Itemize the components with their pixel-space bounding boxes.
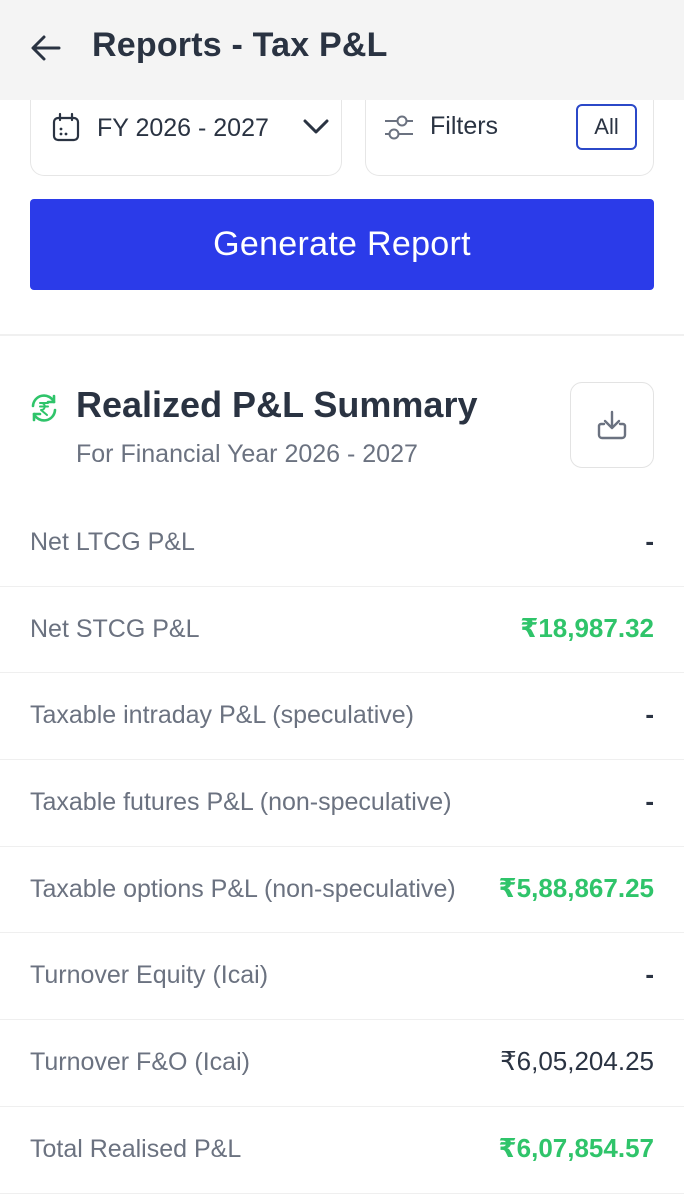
row-value: - <box>645 786 654 817</box>
row-label: Turnover Equity (Icai) <box>30 961 269 990</box>
row-label: Taxable options P&L (non-speculative) <box>30 874 456 903</box>
summary-title: Realized P&L Summary <box>76 384 478 425</box>
back-button[interactable] <box>26 28 66 68</box>
row-value: - <box>645 699 654 730</box>
row-label: Taxable intraday P&L (speculative) <box>30 701 414 730</box>
row-value: ₹6,05,204.25 <box>500 1046 654 1077</box>
pnl-summary-list: Net LTCG P&L - Net STCG P&L ₹18,987.32 T… <box>0 500 684 1194</box>
row-label: Total Realised P&L <box>30 1134 242 1163</box>
row-label: Turnover F&O (Icai) <box>30 1048 250 1077</box>
list-item: Taxable options P&L (non-speculative) ₹5… <box>0 847 684 934</box>
sliders-icon <box>385 115 413 140</box>
list-item: Turnover F&O (Icai) ₹6,05,204.25 <box>0 1020 684 1107</box>
app-header: Reports - Tax P&L <box>0 0 684 100</box>
chevron-down-icon <box>303 119 329 134</box>
list-item: Turnover Equity (Icai) - <box>0 933 684 1021</box>
section-divider <box>0 334 684 336</box>
list-item: Taxable intraday P&L (speculative) - <box>0 673 684 761</box>
row-value: ₹6,07,854.57 <box>498 1132 654 1163</box>
row-label: Net LTCG P&L <box>30 528 195 556</box>
back-arrow-icon <box>31 35 61 61</box>
row-value: - <box>645 959 654 990</box>
summary-subtitle: For Financial Year 2026 - 2027 <box>76 440 418 468</box>
row-label: Net STCG P&L <box>30 614 200 643</box>
generate-report-button[interactable]: Generate Report <box>30 199 654 290</box>
row-value: ₹18,987.32 <box>520 612 654 643</box>
rupee-refresh-icon <box>31 394 57 422</box>
fy-selector[interactable]: FY 2026 - 2027 <box>30 100 342 176</box>
calendar-icon <box>52 112 80 142</box>
filters-label: Filters <box>430 112 499 140</box>
list-item: Net STCG P&L ₹18,987.32 <box>0 587 684 674</box>
row-value: ₹5,88,867.25 <box>498 872 654 903</box>
fy-selector-label: FY 2026 - 2027 <box>97 114 269 142</box>
list-item: Net LTCG P&L - <box>0 500 684 587</box>
page-title: Reports - Tax P&L <box>92 26 388 64</box>
download-button[interactable] <box>570 382 654 468</box>
filters-selector[interactable]: Filters All <box>365 100 654 176</box>
list-item: Total Realised P&L ₹6,07,854.57 <box>0 1107 684 1194</box>
download-icon <box>597 410 627 440</box>
row-label: Taxable futures P&L (non-speculative) <box>30 788 452 817</box>
filters-all-badge[interactable]: All <box>576 104 637 150</box>
list-item: Taxable futures P&L (non-speculative) - <box>0 760 684 847</box>
row-value: - <box>645 526 654 556</box>
